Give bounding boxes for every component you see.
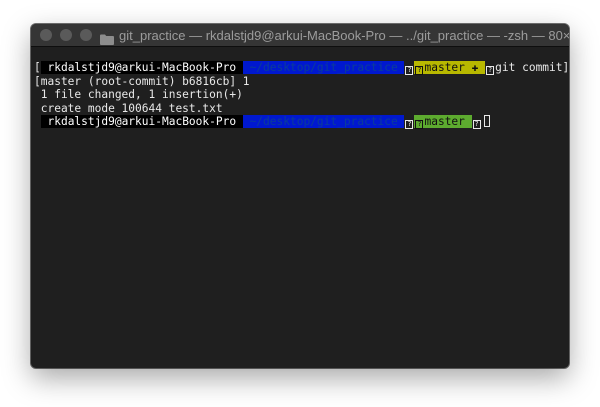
prompt-close-bracket: ] bbox=[562, 61, 569, 74]
git-branch-name: master bbox=[424, 61, 465, 74]
git-branch-name: master bbox=[424, 115, 465, 128]
terminal-window: git_practice — rkdalstjd9@arkui-MacBook-… bbox=[31, 24, 569, 368]
git-branch-segment-dirty: ? master ✚ bbox=[414, 61, 486, 75]
prompt-user-host: rkdalstjd9@arkui-MacBook-Pro bbox=[40, 115, 243, 128]
staged-changes-icon: ✚ bbox=[471, 61, 479, 74]
unknown-glyph-icon: ? bbox=[486, 66, 495, 75]
window-title: git_practice — rkdalstjd9@arkui-MacBook-… bbox=[119, 27, 569, 43]
branch-glyph-icon: ? bbox=[415, 66, 424, 75]
close-button[interactable] bbox=[40, 29, 52, 41]
command-text: git commit bbox=[495, 61, 563, 74]
git-branch-segment-clean: ? master bbox=[414, 115, 472, 129]
prompt-line-1: [ rkdalstjd9@arkui-MacBook-Pro ~/desktop… bbox=[34, 61, 569, 75]
folder-icon bbox=[100, 30, 114, 45]
prompt-user-host: rkdalstjd9@arkui-MacBook-Pro bbox=[40, 61, 243, 74]
zoom-button[interactable] bbox=[80, 29, 92, 41]
unknown-glyph-icon: ? bbox=[405, 66, 414, 75]
unknown-glyph-icon: ? bbox=[405, 120, 414, 129]
unknown-glyph-icon: ? bbox=[472, 120, 481, 129]
prompt-indent bbox=[34, 115, 41, 128]
prompt-open-bracket: [ bbox=[34, 61, 41, 74]
minimize-button[interactable] bbox=[60, 29, 72, 41]
text-cursor bbox=[483, 115, 490, 127]
output-line: create mode 100644 test.txt bbox=[34, 101, 223, 115]
branch-glyph-icon: ? bbox=[415, 120, 424, 129]
output-line: [master (root-commit) b6816cb] 1 bbox=[34, 74, 250, 88]
prompt-path: ~/desktop/git_practice bbox=[242, 61, 405, 74]
terminal-content[interactable]: [ rkdalstjd9@arkui-MacBook-Pro ~/desktop… bbox=[31, 47, 569, 368]
output-line: 1 file changed, 1 insertion(+) bbox=[34, 88, 243, 101]
prompt-path: ~/desktop/git_practice bbox=[242, 115, 405, 128]
prompt-line-2: rkdalstjd9@arkui-MacBook-Pro ~/desktop/g… bbox=[34, 115, 569, 129]
title-bar: git_practice — rkdalstjd9@arkui-MacBook-… bbox=[31, 24, 569, 47]
